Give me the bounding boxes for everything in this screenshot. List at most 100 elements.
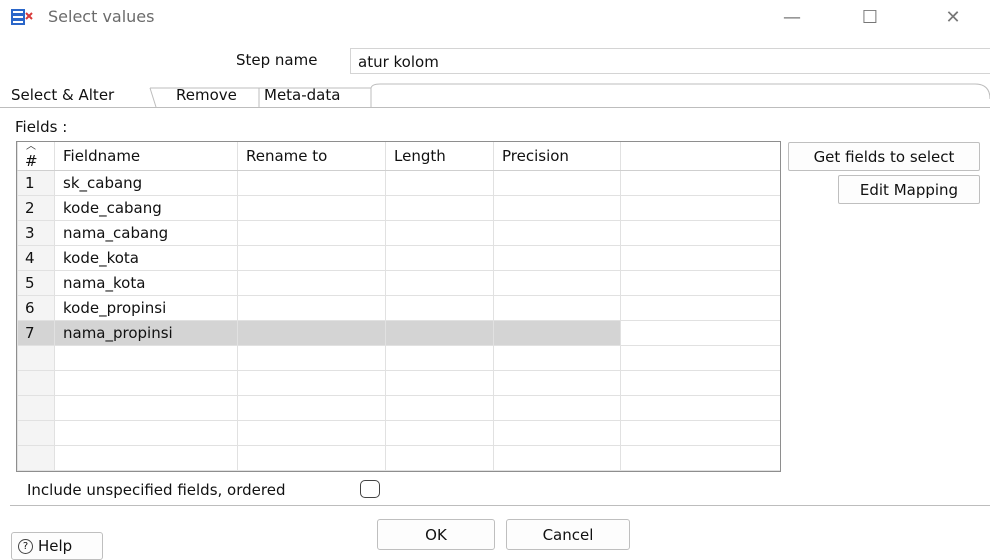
help-button-label: Help: [38, 537, 73, 555]
column-header-precision[interactable]: Precision: [493, 142, 621, 171]
tab-meta-data[interactable]: Meta-data: [264, 86, 340, 104]
empty-cell[interactable]: [237, 445, 386, 471]
empty-row[interactable]: [17, 395, 780, 421]
tab-remove[interactable]: Remove: [176, 86, 237, 104]
cell-length[interactable]: [385, 220, 494, 246]
row-number-empty: [17, 345, 55, 371]
empty-cell[interactable]: [54, 420, 238, 446]
cell-rename-to[interactable]: [237, 195, 386, 221]
cell-length[interactable]: [385, 270, 494, 296]
cell-length[interactable]: [385, 295, 494, 321]
cell-rename-to[interactable]: [237, 295, 386, 321]
minimize-button[interactable]: —: [770, 4, 814, 30]
tab-select-alter[interactable]: Select & Alter: [11, 86, 114, 104]
cell-fieldname[interactable]: sk_cabang: [54, 170, 238, 196]
column-header-fieldname[interactable]: Fieldname: [54, 142, 238, 171]
cell-fieldname[interactable]: kode_cabang: [54, 195, 238, 221]
cell-fieldname[interactable]: kode_propinsi: [54, 295, 238, 321]
row-number-empty: [17, 420, 55, 446]
empty-cell[interactable]: [493, 395, 621, 421]
empty-cell[interactable]: [493, 445, 621, 471]
cell-fieldname[interactable]: nama_cabang: [54, 220, 238, 246]
cell-length[interactable]: [385, 320, 494, 346]
empty-cell[interactable]: [385, 395, 494, 421]
empty-cell: [620, 395, 780, 421]
include-unspecified-checkbox[interactable]: [360, 480, 380, 498]
row-number[interactable]: 3: [17, 220, 55, 246]
empty-cell[interactable]: [385, 420, 494, 446]
table-row[interactable]: 6 kode_propinsi: [17, 295, 780, 321]
cell-rename-to[interactable]: [237, 220, 386, 246]
cell-empty: [620, 295, 780, 321]
cell-empty: [620, 220, 780, 246]
table-row[interactable]: 5 nama_kota: [17, 270, 780, 296]
cell-precision[interactable]: [493, 220, 621, 246]
table-row[interactable]: 1 sk_cabang: [17, 170, 780, 196]
empty-row[interactable]: [17, 445, 780, 471]
cell-precision[interactable]: [493, 320, 621, 346]
empty-cell[interactable]: [385, 445, 494, 471]
get-fields-button[interactable]: Get fields to select: [788, 142, 980, 171]
cell-empty: [620, 170, 780, 196]
empty-cell[interactable]: [493, 345, 621, 371]
cell-length[interactable]: [385, 195, 494, 221]
help-button[interactable]: ? Help: [11, 532, 103, 560]
cell-empty: [620, 245, 780, 271]
row-number[interactable]: 2: [17, 195, 55, 221]
empty-row[interactable]: [17, 370, 780, 396]
table-row[interactable]: 2 kode_cabang: [17, 195, 780, 221]
empty-cell[interactable]: [54, 345, 238, 371]
cancel-button[interactable]: Cancel: [506, 519, 630, 550]
maximize-button[interactable]: ☐: [848, 4, 892, 30]
row-number[interactable]: 4: [17, 245, 55, 271]
edit-mapping-button[interactable]: Edit Mapping: [838, 175, 980, 204]
empty-cell: [620, 445, 780, 471]
cell-precision[interactable]: [493, 170, 621, 196]
ok-button[interactable]: OK: [377, 519, 495, 550]
close-button[interactable]: ✕: [931, 4, 975, 30]
row-number[interactable]: 7: [17, 320, 55, 346]
fields-table[interactable]: ︿ # Fieldname Rename to Length Precision…: [16, 141, 781, 472]
cell-length[interactable]: [385, 170, 494, 196]
select-values-icon: [11, 9, 33, 25]
empty-cell[interactable]: [385, 345, 494, 371]
cell-length[interactable]: [385, 245, 494, 271]
column-header-number[interactable]: ︿ #: [17, 142, 55, 171]
empty-cell[interactable]: [237, 370, 386, 396]
empty-cell: [620, 370, 780, 396]
empty-row[interactable]: [17, 420, 780, 446]
help-icon: ?: [18, 538, 33, 554]
table-row[interactable]: 4 kode_kota: [17, 245, 780, 271]
empty-cell[interactable]: [54, 445, 238, 471]
cell-precision[interactable]: [493, 295, 621, 321]
empty-row[interactable]: [17, 345, 780, 371]
empty-cell[interactable]: [54, 370, 238, 396]
cell-rename-to[interactable]: [237, 320, 386, 346]
empty-cell[interactable]: [237, 345, 386, 371]
cell-fieldname[interactable]: nama_propinsi: [54, 320, 238, 346]
cell-precision[interactable]: [493, 245, 621, 271]
cell-rename-to[interactable]: [237, 270, 386, 296]
column-header-length[interactable]: Length: [385, 142, 494, 171]
cell-rename-to[interactable]: [237, 170, 386, 196]
cell-rename-to[interactable]: [237, 245, 386, 271]
row-number[interactable]: 5: [17, 270, 55, 296]
cell-fieldname[interactable]: kode_kota: [54, 245, 238, 271]
row-number-empty: [17, 370, 55, 396]
empty-cell[interactable]: [493, 420, 621, 446]
cell-precision[interactable]: [493, 195, 621, 221]
table-row[interactable]: 3 nama_cabang: [17, 220, 780, 246]
empty-cell[interactable]: [54, 395, 238, 421]
step-name-input[interactable]: [350, 48, 990, 74]
cell-fieldname[interactable]: nama_kota: [54, 270, 238, 296]
empty-cell[interactable]: [493, 370, 621, 396]
empty-cell[interactable]: [237, 395, 386, 421]
row-number[interactable]: 6: [17, 295, 55, 321]
column-header-rename-to[interactable]: Rename to: [237, 142, 386, 171]
empty-cell: [620, 420, 780, 446]
row-number[interactable]: 1: [17, 170, 55, 196]
table-row-selected[interactable]: 7 nama_propinsi: [17, 320, 780, 346]
empty-cell[interactable]: [237, 420, 386, 446]
cell-precision[interactable]: [493, 270, 621, 296]
empty-cell[interactable]: [385, 370, 494, 396]
